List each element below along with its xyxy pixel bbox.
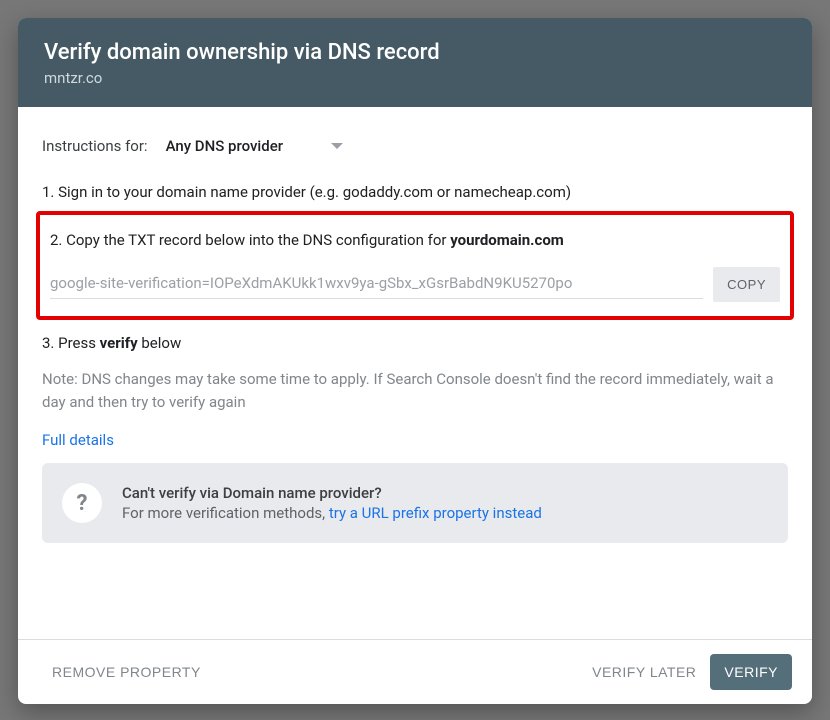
dialog-subtitle-domain: mntzr.co <box>44 69 786 87</box>
alt-sub-prefix: For more verification methods, <box>122 504 329 522</box>
instructions-label: Instructions for: <box>42 137 148 155</box>
step-1: 1. Sign in to your domain name provider … <box>42 183 788 201</box>
verify-domain-dialog: Verify domain ownership via DNS record m… <box>18 18 812 704</box>
instructions-row: Instructions for: Any DNS provider <box>42 137 788 155</box>
dialog-header: Verify domain ownership via DNS record m… <box>18 18 812 107</box>
txt-record-highlight: 2. Copy the TXT record below into the DN… <box>36 211 794 320</box>
step-3-suffix: below <box>138 334 182 352</box>
step-2-domain: yourdomain.com <box>450 231 564 249</box>
dns-note: Note: DNS changes may take some time to … <box>42 368 788 413</box>
alt-subtitle: For more verification methods, try a URL… <box>122 504 542 522</box>
dialog-footer: REMOVE PROPERTY VERIFY LATER VERIFY <box>18 639 812 704</box>
dns-provider-selected: Any DNS provider <box>166 137 283 155</box>
dialog-content: Instructions for: Any DNS provider 1. Si… <box>18 107 812 639</box>
dns-provider-select[interactable]: Any DNS provider <box>166 137 343 155</box>
remove-property-button[interactable]: REMOVE PROPERTY <box>38 654 215 690</box>
step-2: 2. Copy the TXT record below into the DN… <box>50 231 780 249</box>
dropdown-triangle-icon <box>331 143 343 149</box>
question-icon: ? <box>62 483 102 523</box>
verify-later-button[interactable]: VERIFY LATER <box>578 654 710 690</box>
copy-button[interactable]: COPY <box>713 267 780 302</box>
alt-title: Can't verify via Domain name provider? <box>122 484 542 502</box>
step-3-prefix: 3. Press <box>42 334 100 352</box>
url-prefix-link[interactable]: try a URL prefix property instead <box>329 504 542 522</box>
alt-text: Can't verify via Domain name provider? F… <box>122 484 542 522</box>
txt-record-value[interactable]: google-site-verification=IOPeXdmAKUkk1wx… <box>50 270 703 299</box>
dialog-title: Verify domain ownership via DNS record <box>44 40 786 65</box>
step-3: 3. Press verify below <box>42 334 788 352</box>
step-2-text: 2. Copy the TXT record below into the DN… <box>50 231 450 249</box>
txt-record-row: google-site-verification=IOPeXdmAKUkk1wx… <box>50 267 780 302</box>
alt-verify-box: ? Can't verify via Domain name provider?… <box>42 463 788 543</box>
full-details-link[interactable]: Full details <box>42 431 788 449</box>
step-3-bold: verify <box>100 334 138 352</box>
verify-button[interactable]: VERIFY <box>710 654 792 690</box>
